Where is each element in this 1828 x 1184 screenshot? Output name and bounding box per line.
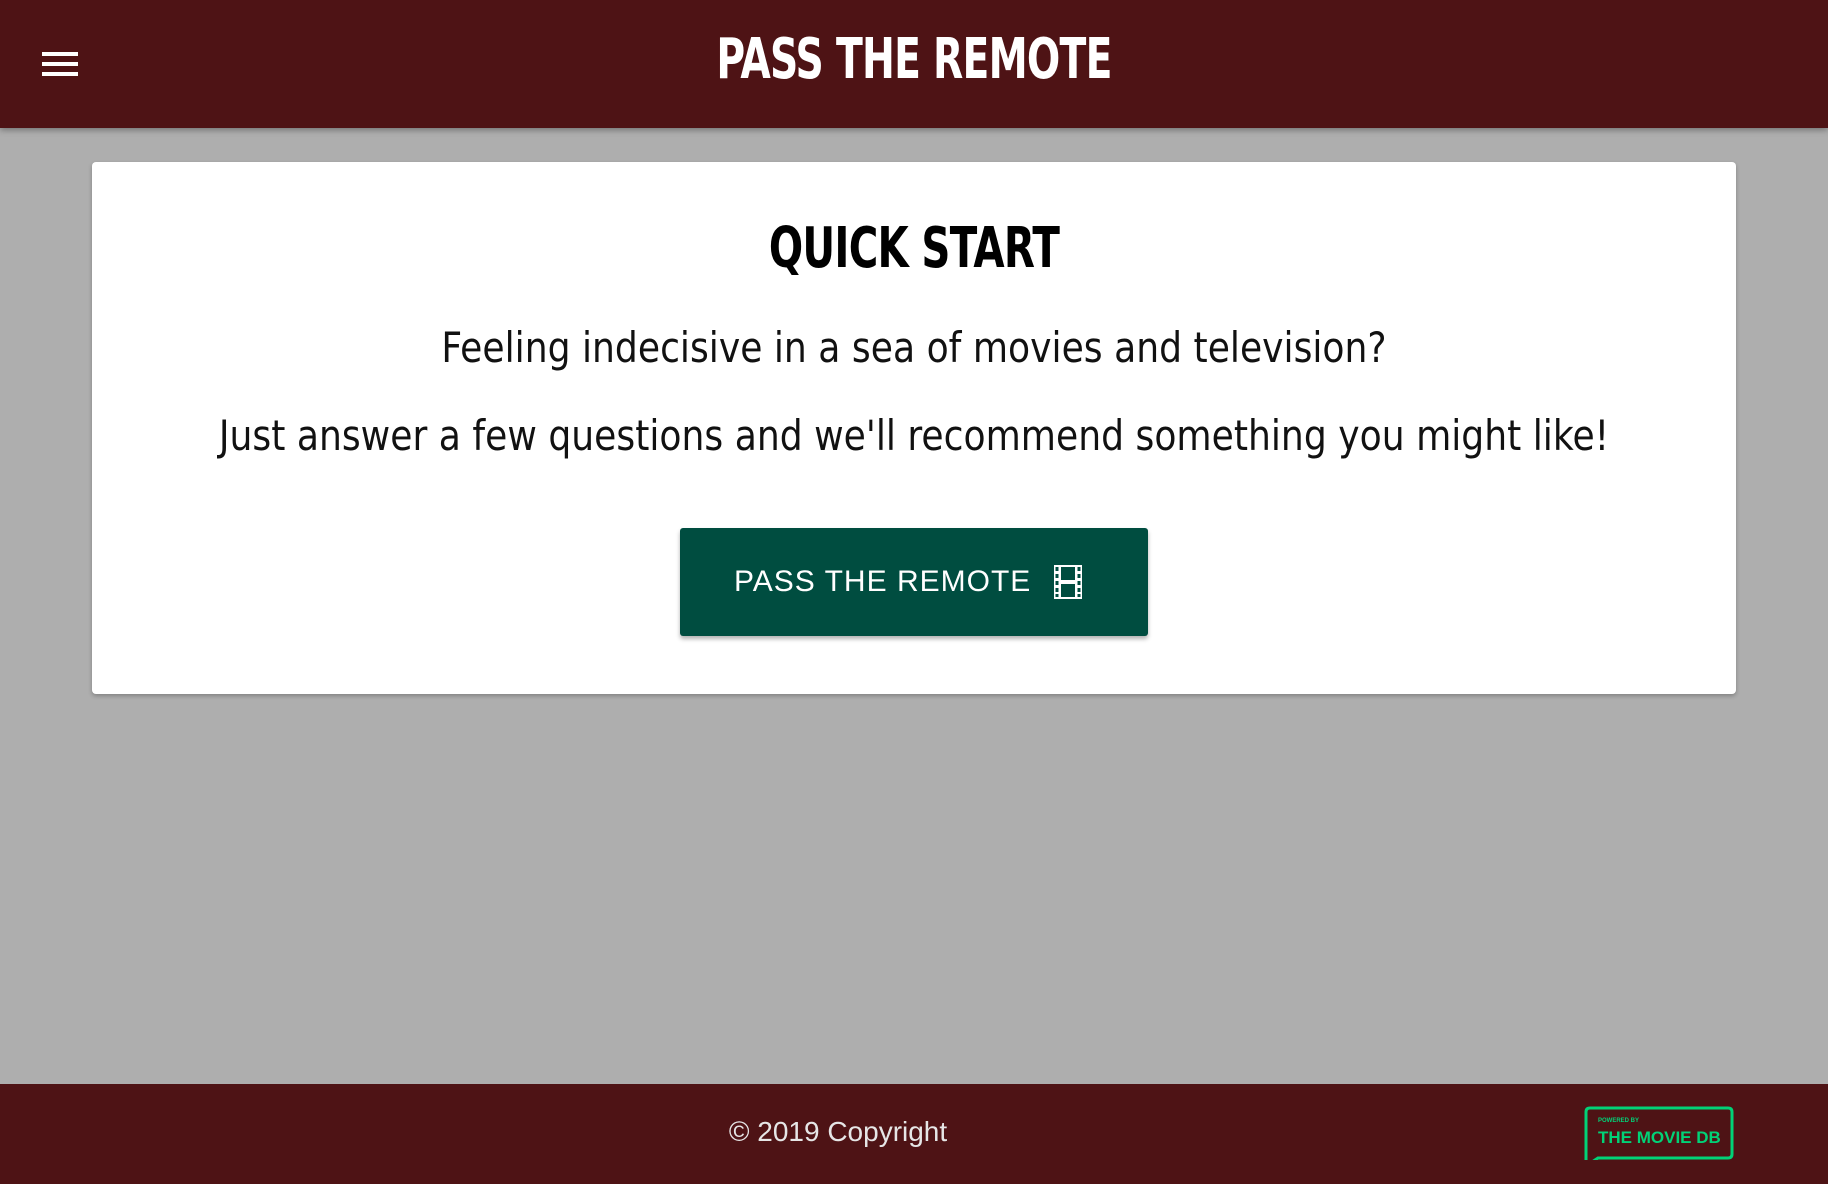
intro-line-1: Feeling indecisive in a sea of movies an…	[441, 323, 1387, 372]
pass-the-remote-button-label: PASS THE REMOTE	[734, 565, 1032, 598]
copyright-text: © 2019 Copyright	[728, 1116, 948, 1147]
app-header: PASS THE REMOTE	[0, 0, 1828, 128]
menu-button[interactable]	[38, 46, 82, 82]
menu-icon-bar	[42, 72, 78, 76]
tmdb-powered-by-text: POWERED BY	[1598, 1118, 1639, 1124]
quick-start-card: QUICK START Feeling indecisive in a sea …	[92, 162, 1736, 694]
menu-icon-bar	[42, 52, 78, 56]
tmdb-logo-text: THE MOVIE DB	[1598, 1128, 1721, 1147]
menu-icon-bar	[42, 62, 78, 66]
brand-title[interactable]: PASS THE REMOTE	[201, 24, 1627, 96]
intro-line-2: Just answer a few questions and we'll re…	[218, 411, 1610, 460]
app-footer: © 2019 Copyright POWERED BY THE MOVIE DB	[0, 1084, 1828, 1184]
pass-the-remote-button[interactable]: PASS THE REMOTE	[680, 528, 1148, 636]
tmdb-logo[interactable]: POWERED BY THE MOVIE DB	[1584, 1106, 1734, 1160]
film-icon	[1054, 565, 1082, 599]
quick-start-title: QUICK START	[768, 216, 1060, 281]
